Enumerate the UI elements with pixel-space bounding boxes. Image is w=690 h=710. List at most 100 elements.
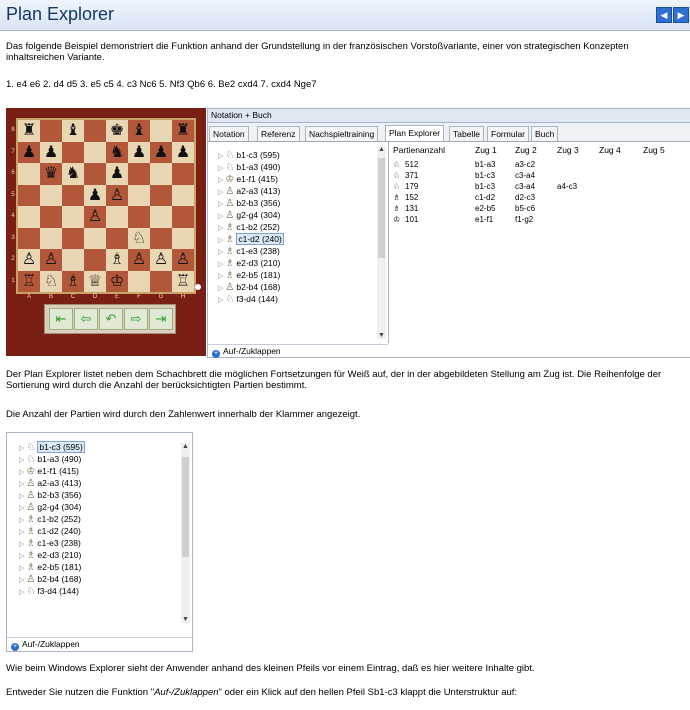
tree-item[interactable]: ▷ ♙ b2-b3 (356) — [19, 489, 81, 501]
tab-plan-explorer[interactable]: Plan Explorer — [385, 125, 445, 141]
expand-arrow-icon[interactable]: ▷ — [218, 153, 223, 160]
chess-piece-icon[interactable]: ♟ — [18, 142, 40, 164]
chess-piece-icon[interactable]: ♗ — [106, 249, 128, 271]
board-square[interactable] — [84, 249, 106, 271]
tree-item[interactable]: ▷ ♗ c1-b2 (252) — [218, 221, 280, 233]
tree-item[interactable]: ▷ ♗ c1-e3 (238) — [218, 245, 280, 257]
chess-piece-icon[interactable]: ♜ — [18, 120, 40, 142]
scroll-up-icon[interactable]: ▲ — [181, 443, 190, 450]
table-row[interactable]: ♘ 179 b1-c3 c3-a4 a4-c3 — [391, 181, 689, 192]
chess-board[interactable]: 8 7 6 5 4 3 2 1 A B C D E F G H ♜ ♝ ♚ ♝ ♜ ♟ ♟ ♞ ♟ ♟ ♟ ♛ ♞ ♟ ♟ ♙ ♙ ♘ ♙ ♙ ♗ ♙ ♙ ♙… — [11, 118, 196, 300]
board-square[interactable] — [84, 141, 106, 163]
tab-nachspieltraining[interactable]: Nachspieltraining — [305, 126, 379, 141]
table-row[interactable]: ♗ 131 e2-b5 b5-c6 — [391, 203, 689, 214]
chess-piece-icon[interactable]: ♘ — [128, 228, 150, 250]
chess-piece-icon[interactable]: ♙ — [18, 249, 40, 271]
tree-item[interactable]: ▷ ♘ b1-a3 (490) — [218, 161, 280, 173]
column-header[interactable]: Partienanzahl — [393, 145, 445, 155]
scroll-thumb[interactable] — [182, 457, 189, 557]
tab-formular[interactable]: Formular — [487, 126, 530, 141]
tree-item[interactable]: ▷ ♙ b2-b4 (168) — [19, 573, 81, 585]
plan-tree-zoom[interactable]: ▲ ▼ + Auf-/Zuklappen ▷ ♘ b1-c3 (595) ▷ ♘ b1-a3… — [6, 432, 193, 652]
chess-piece-icon[interactable]: ♟ — [106, 163, 128, 185]
table-row[interactable]: ♔ 101 e1-f1 f1-g2 — [391, 214, 689, 225]
tree-item[interactable]: ▷ ♘ f3-d4 (144) — [218, 293, 278, 305]
board-square[interactable] — [62, 249, 84, 271]
board-square[interactable] — [62, 206, 84, 228]
first-move-icon[interactable]: ⇤ — [49, 308, 73, 330]
tab-buch[interactable]: Buch — [531, 126, 559, 141]
board-square[interactable] — [40, 120, 62, 142]
expand-arrow-icon[interactable]: ▷ — [19, 529, 24, 536]
expand-arrow-icon[interactable]: ▷ — [218, 213, 223, 220]
board-square[interactable] — [150, 120, 172, 142]
chess-piece-icon[interactable]: ♙ — [172, 249, 194, 271]
expand-arrow-icon[interactable]: ▷ — [19, 553, 24, 560]
chess-piece-icon[interactable]: ♙ — [40, 249, 62, 271]
expand-arrow-icon[interactable]: ▷ — [19, 493, 24, 500]
expand-arrow-icon[interactable]: ▷ — [218, 165, 223, 172]
table-row[interactable]: ♗ 152 c1-d2 d2-c3 — [391, 192, 689, 203]
expand-arrow-icon[interactable]: ▷ — [218, 237, 223, 244]
expand-arrow-icon[interactable]: ▷ — [19, 577, 24, 584]
expand-arrow-icon[interactable]: ▷ — [218, 177, 223, 184]
board-square[interactable] — [40, 184, 62, 206]
tree-item[interactable]: ▷ ♙ a2-a3 (413) — [218, 185, 280, 197]
expand-arrow-icon[interactable]: ▷ — [19, 481, 24, 488]
expand-arrow-icon[interactable]: ▷ — [19, 517, 24, 524]
expand-arrow-icon[interactable]: ▷ — [218, 249, 223, 256]
arrow-right-icon[interactable]: ▶ — [673, 7, 689, 23]
chess-piece-icon[interactable]: ♟ — [84, 185, 106, 207]
scroll-thumb[interactable] — [378, 158, 385, 258]
back-icon[interactable]: ⇦ — [74, 308, 98, 330]
tree-item[interactable]: ▷ ♗ c1-d2 (240) — [19, 525, 81, 537]
expand-arrow-icon[interactable]: ▷ — [19, 541, 24, 548]
board-square[interactable] — [62, 141, 84, 163]
board-square[interactable] — [84, 163, 106, 185]
tab-notation[interactable]: Notation — [209, 126, 249, 141]
tree2-scrollbar[interactable]: ▲ ▼ — [181, 443, 190, 623]
tab-tabelle[interactable]: Tabelle — [449, 126, 484, 141]
chess-piece-icon[interactable]: ♙ — [84, 206, 106, 228]
board-square[interactable] — [106, 227, 128, 249]
tree-item[interactable]: ▷ ♗ c1-d2 (240) — [218, 233, 284, 245]
forward-icon[interactable]: ⇨ — [124, 308, 148, 330]
tree-item[interactable]: ▷ ♗ e2-d3 (210) — [218, 257, 280, 269]
expand-arrow-icon[interactable]: ▷ — [19, 457, 24, 464]
undo-icon[interactable]: ↶ — [99, 308, 123, 330]
board-square[interactable] — [150, 184, 172, 206]
tree-item[interactable]: ▷ ♗ e2-b5 (181) — [19, 561, 81, 573]
board-square[interactable] — [172, 206, 194, 228]
chess-piece-icon[interactable]: ♘ — [40, 271, 62, 293]
board-square[interactable] — [150, 206, 172, 228]
expand-arrow-icon[interactable]: ▷ — [218, 261, 223, 268]
board-square[interactable] — [40, 227, 62, 249]
board-square[interactable] — [18, 227, 40, 249]
board-square[interactable] — [62, 184, 84, 206]
tree-item[interactable]: ▷ ♔ e1-f1 (415) — [19, 465, 79, 477]
tree-item[interactable]: ▷ ♘ b1-c3 (595) — [218, 149, 280, 161]
chess-piece-icon[interactable]: ♟ — [128, 142, 150, 164]
tree-item[interactable]: ▷ ♙ g2-g4 (304) — [19, 501, 81, 513]
tab-referenz[interactable]: Referenz — [257, 126, 300, 141]
chess-piece-icon[interactable]: ♝ — [128, 120, 150, 142]
expand-arrow-icon[interactable]: ▷ — [218, 297, 223, 304]
expand-arrow-icon[interactable]: ▷ — [19, 445, 24, 452]
chess-piece-icon[interactable]: ♙ — [106, 185, 128, 207]
board-square[interactable] — [128, 163, 150, 185]
column-header[interactable]: Zug 3 — [557, 145, 579, 155]
tree-item[interactable]: ▷ ♘ b1-a3 (490) — [19, 453, 81, 465]
chess-piece-icon[interactable]: ♜ — [172, 120, 194, 142]
chess-piece-icon[interactable]: ♟ — [150, 142, 172, 164]
board-square[interactable] — [18, 206, 40, 228]
board-square[interactable] — [172, 184, 194, 206]
tree-item[interactable]: ▷ ♗ c1-b2 (252) — [19, 513, 81, 525]
scroll-up-icon[interactable]: ▲ — [377, 146, 386, 153]
board-square[interactable] — [150, 163, 172, 185]
column-header[interactable]: Zug 2 — [515, 145, 537, 155]
board-square[interactable] — [150, 227, 172, 249]
tree-item[interactable]: ▷ ♙ a2-a3 (413) — [19, 477, 81, 489]
last-move-icon[interactable]: ⇥ — [149, 308, 173, 330]
chess-piece-icon[interactable]: ♔ — [106, 271, 128, 293]
board-square[interactable] — [128, 206, 150, 228]
